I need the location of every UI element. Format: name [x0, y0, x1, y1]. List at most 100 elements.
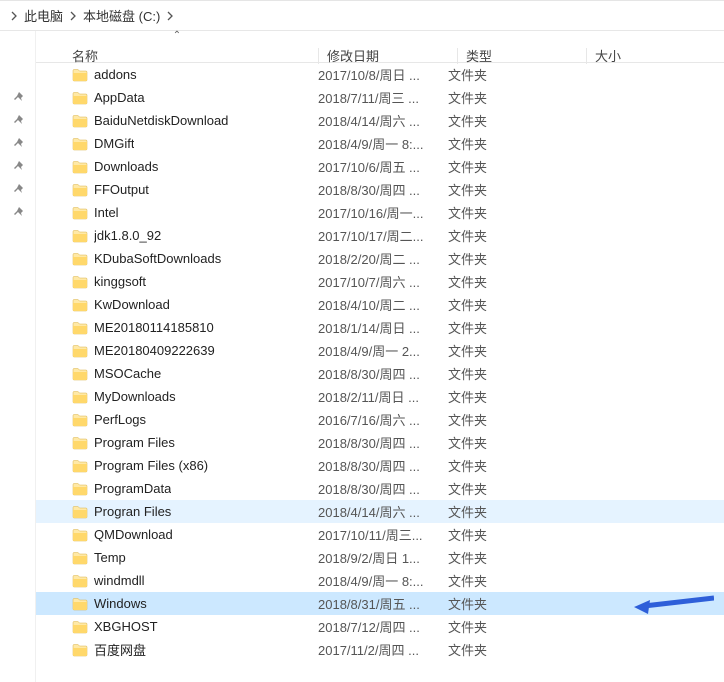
- table-row[interactable]: 百度网盘2017/11/2/周四 ...文件夹: [36, 638, 724, 661]
- cell-name[interactable]: ME20180114185810: [36, 320, 318, 336]
- pin-icon[interactable]: [0, 223, 36, 246]
- pin-icon[interactable]: [0, 200, 36, 223]
- table-row[interactable]: jdk1.8.0_922017/10/17/周二...文件夹: [36, 224, 724, 247]
- table-row[interactable]: Program Files2018/8/30/周四 ...文件夹: [36, 431, 724, 454]
- cell-name[interactable]: Downloads: [36, 159, 318, 175]
- pin-icon[interactable]: [0, 591, 36, 614]
- cell-name[interactable]: KDubaSoftDownloads: [36, 251, 318, 267]
- sort-caret-icon: ⌃: [173, 30, 181, 41]
- table-row[interactable]: BaiduNetdiskDownload2018/4/14/周六 ...文件夹: [36, 109, 724, 132]
- cell-name[interactable]: DMGift: [36, 136, 318, 152]
- file-name: ME20180409222639: [94, 343, 215, 358]
- cell-name[interactable]: kinggsoft: [36, 274, 318, 290]
- cell-name[interactable]: ME20180409222639: [36, 343, 318, 359]
- pin-icon[interactable]: [0, 453, 36, 476]
- cell-name[interactable]: PerfLogs: [36, 412, 318, 428]
- pin-icon[interactable]: [0, 269, 36, 292]
- cell-name[interactable]: Program Files (x86): [36, 458, 318, 474]
- table-row[interactable]: addons2017/10/8/周日 ...文件夹: [36, 63, 724, 86]
- cell-name[interactable]: Intel: [36, 205, 318, 221]
- col-header-name[interactable]: ⌃ 名称: [36, 46, 318, 65]
- table-row[interactable]: Progran Files2018/4/14/周六 ...文件夹: [36, 500, 724, 523]
- pin-icon[interactable]: [0, 637, 36, 660]
- cell-name[interactable]: ProgramData: [36, 481, 318, 497]
- pin-icon[interactable]: [0, 384, 36, 407]
- cell-name[interactable]: Windows: [36, 596, 318, 612]
- cell-name[interactable]: FFOutput: [36, 182, 318, 198]
- col-header-size[interactable]: 大小: [595, 46, 665, 65]
- table-row[interactable]: DMGift2018/4/9/周一 8:...文件夹: [36, 132, 724, 155]
- pin-icon[interactable]: [0, 476, 36, 499]
- table-row[interactable]: FFOutput2018/8/30/周四 ...文件夹: [36, 178, 724, 201]
- chevron-right-icon[interactable]: [6, 11, 22, 21]
- table-row[interactable]: windmdll2018/4/9/周一 8:...文件夹: [36, 569, 724, 592]
- col-header-date[interactable]: 修改日期: [327, 46, 457, 65]
- table-row[interactable]: ME201804092226392018/4/9/周一 2...文件夹: [36, 339, 724, 362]
- col-divider[interactable]: [586, 48, 587, 64]
- table-row[interactable]: Windows2018/8/31/周五 ...文件夹: [36, 592, 724, 615]
- table-row[interactable]: AppData2018/7/11/周三 ...文件夹: [36, 86, 724, 109]
- cell-name[interactable]: QMDownload: [36, 527, 318, 543]
- cell-name[interactable]: KwDownload: [36, 297, 318, 313]
- cell-name[interactable]: Progran Files: [36, 504, 318, 520]
- chevron-right-icon[interactable]: [65, 11, 81, 21]
- file-name: jdk1.8.0_92: [94, 228, 161, 243]
- chevron-right-icon[interactable]: [162, 11, 178, 21]
- table-row[interactable]: ME201801141858102018/1/14/周日 ...文件夹: [36, 316, 724, 339]
- pin-icon[interactable]: [0, 430, 36, 453]
- col-divider[interactable]: [318, 48, 319, 64]
- cell-name[interactable]: BaiduNetdiskDownload: [36, 113, 318, 129]
- cell-name[interactable]: addons: [36, 67, 318, 83]
- cell-date: 2018/4/14/周六 ...: [318, 502, 448, 521]
- pin-icon[interactable]: [0, 315, 36, 338]
- pin-icon[interactable]: [0, 85, 36, 108]
- pin-icon[interactable]: [0, 177, 36, 200]
- cell-name[interactable]: AppData: [36, 90, 318, 106]
- table-row[interactable]: XBGHOST2018/7/12/周四 ...文件夹: [36, 615, 724, 638]
- table-row[interactable]: Intel2017/10/16/周一...文件夹: [36, 201, 724, 224]
- col-divider[interactable]: [457, 48, 458, 64]
- pin-icon[interactable]: [0, 108, 36, 131]
- table-row[interactable]: ProgramData2018/8/30/周四 ...文件夹: [36, 477, 724, 500]
- table-row[interactable]: PerfLogs2016/7/16/周六 ...文件夹: [36, 408, 724, 431]
- cell-name[interactable]: MSOCache: [36, 366, 318, 382]
- table-row[interactable]: MSOCache2018/8/30/周四 ...文件夹: [36, 362, 724, 385]
- table-row[interactable]: MyDownloads2018/2/11/周日 ...文件夹: [36, 385, 724, 408]
- table-row[interactable]: Temp2018/9/2/周日 1...文件夹: [36, 546, 724, 569]
- pin-icon[interactable]: [0, 499, 36, 522]
- cell-name[interactable]: Temp: [36, 550, 318, 566]
- cell-name[interactable]: MyDownloads: [36, 389, 318, 405]
- table-row[interactable]: kinggsoft2017/10/7/周六 ...文件夹: [36, 270, 724, 293]
- folder-icon: [72, 90, 88, 106]
- table-row[interactable]: Downloads2017/10/6/周五 ...文件夹: [36, 155, 724, 178]
- pin-icon[interactable]: [0, 246, 36, 269]
- pin-icon[interactable]: [0, 292, 36, 315]
- pin-icon[interactable]: [0, 338, 36, 361]
- cell-name[interactable]: 百度网盘: [36, 640, 318, 659]
- pin-icon[interactable]: [0, 131, 36, 154]
- pin-icon[interactable]: [0, 614, 36, 637]
- table-row[interactable]: KwDownload2018/4/10/周二 ...文件夹: [36, 293, 724, 316]
- file-name: Program Files (x86): [94, 458, 208, 473]
- col-header-type[interactable]: 类型: [466, 46, 586, 65]
- pin-icon[interactable]: [0, 545, 36, 568]
- pin-icon[interactable]: [0, 522, 36, 545]
- cell-name[interactable]: XBGHOST: [36, 619, 318, 635]
- breadcrumb-seg-pc[interactable]: 此电脑: [22, 6, 65, 25]
- cell-name[interactable]: windmdll: [36, 573, 318, 589]
- pin-icon[interactable]: [0, 568, 36, 591]
- file-name: Program Files: [94, 435, 175, 450]
- table-row[interactable]: QMDownload2017/10/11/周三...文件夹: [36, 523, 724, 546]
- pin-icon[interactable]: [0, 154, 36, 177]
- address-bar[interactable]: 此电脑 本地磁盘 (C:): [0, 1, 724, 31]
- pin-icon[interactable]: [0, 361, 36, 384]
- table-row[interactable]: Program Files (x86)2018/8/30/周四 ...文件夹: [36, 454, 724, 477]
- cell-date: 2018/8/30/周四 ...: [318, 433, 448, 452]
- breadcrumb-seg-drive[interactable]: 本地磁盘 (C:): [81, 6, 162, 25]
- cell-name[interactable]: Program Files: [36, 435, 318, 451]
- file-name: kinggsoft: [94, 274, 146, 289]
- cell-name[interactable]: jdk1.8.0_92: [36, 228, 318, 244]
- table-row[interactable]: KDubaSoftDownloads2018/2/20/周二 ...文件夹: [36, 247, 724, 270]
- pin-icon[interactable]: [0, 660, 36, 682]
- pin-icon[interactable]: [0, 407, 36, 430]
